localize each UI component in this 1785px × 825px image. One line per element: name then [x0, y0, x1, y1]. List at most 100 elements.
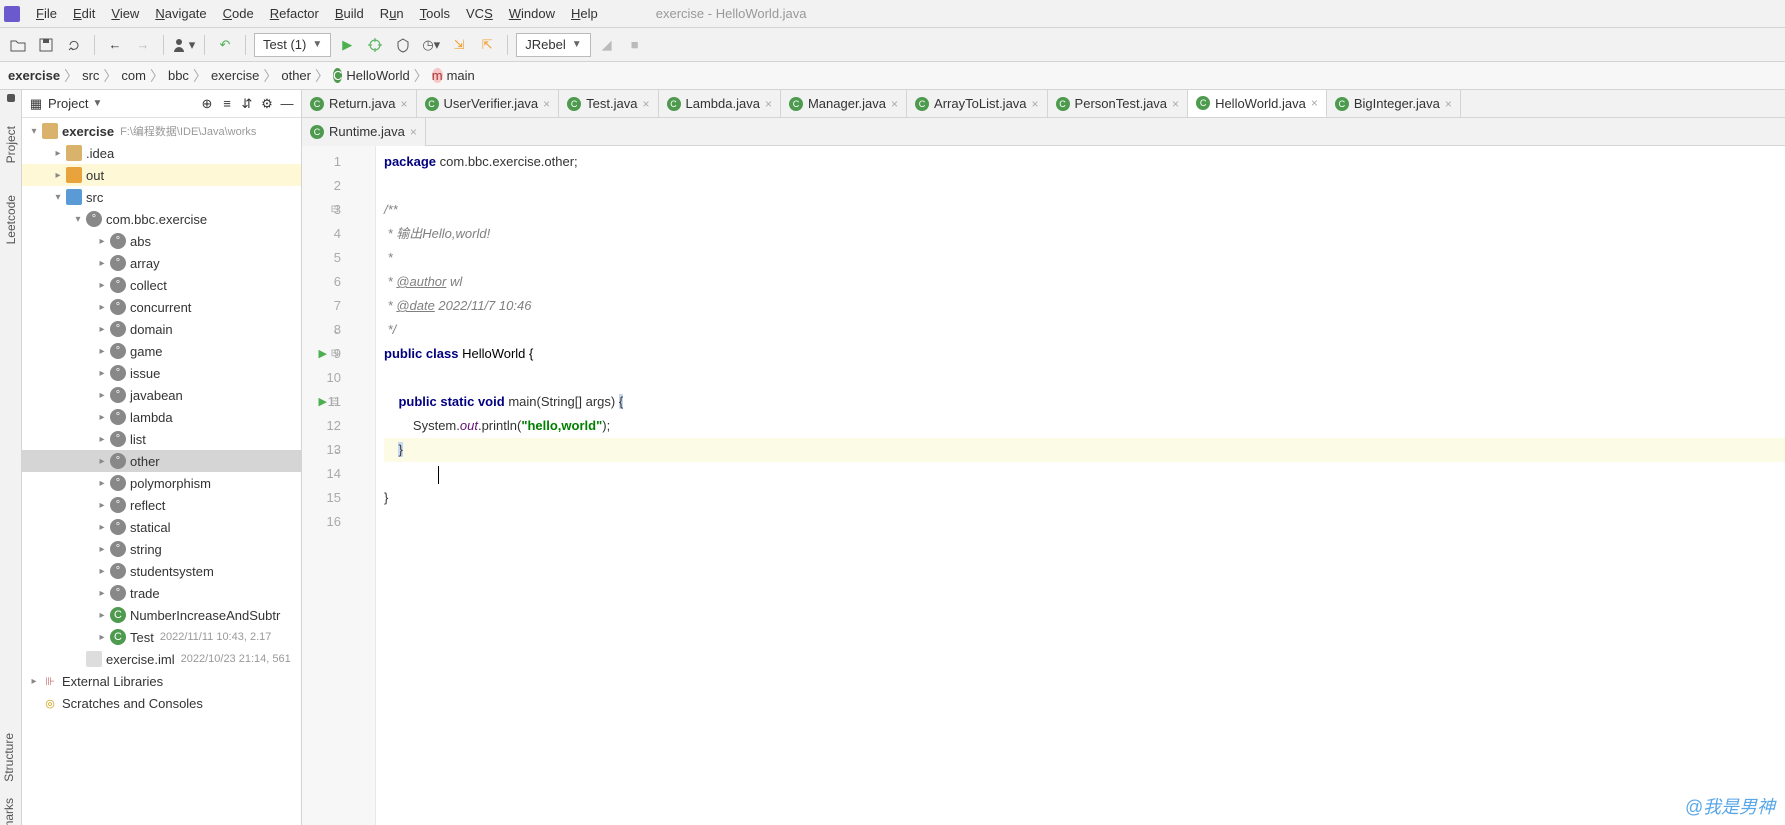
editor-tab[interactable]: CManager.java×: [781, 90, 907, 118]
menu-file[interactable]: File: [28, 6, 65, 21]
code-editor[interactable]: 123⊟45678⌞9▶⊟1011▶⊟1213⌞141516 package c…: [302, 146, 1785, 825]
forward-icon[interactable]: →: [131, 33, 155, 57]
close-icon[interactable]: ×: [410, 125, 417, 139]
tree-folder-src[interactable]: ▾ src: [22, 186, 301, 208]
project-tree[interactable]: ▾ exercise F:\编程数据\IDE\Java\works ▸ .ide…: [22, 118, 301, 825]
tree-folder-array[interactable]: ▸°array: [22, 252, 301, 274]
tree-folder-polymorphism[interactable]: ▸°polymorphism: [22, 472, 301, 494]
debug-icon[interactable]: [363, 33, 387, 57]
attach-icon[interactable]: ⇲: [447, 33, 471, 57]
close-icon[interactable]: ×: [642, 97, 649, 111]
tree-folder-idea[interactable]: ▸ .idea: [22, 142, 301, 164]
run-gutter-icon[interactable]: ▶: [319, 342, 327, 366]
run-config-dropdown[interactable]: Test (1) ▼: [254, 33, 331, 57]
editor-tab[interactable]: CPersonTest.java×: [1048, 90, 1189, 118]
tree-folder-other[interactable]: ▸°other: [22, 450, 301, 472]
code-body[interactable]: package com.bbc.exercise.other; /** * 输出…: [376, 146, 1785, 825]
tree-folder-string[interactable]: ▸°string: [22, 538, 301, 560]
profile-icon[interactable]: ◷▾: [419, 33, 443, 57]
jrebel-dropdown[interactable]: JRebel ▼: [516, 33, 590, 57]
breadcrumb-item[interactable]: HelloWorld: [346, 68, 409, 83]
fold-icon[interactable]: ⊟: [331, 342, 339, 366]
menu-window[interactable]: Window: [501, 6, 563, 21]
tree-package[interactable]: ▾ ° com.bbc.exercise: [22, 208, 301, 230]
tree-class[interactable]: ▸ C NumberIncreaseAndSubtr: [22, 604, 301, 626]
close-icon[interactable]: ×: [1311, 96, 1318, 110]
collapse-icon[interactable]: ⇵: [239, 96, 255, 112]
breadcrumb-item[interactable]: com: [121, 68, 146, 83]
refresh-icon[interactable]: [62, 33, 86, 57]
run-icon[interactable]: ▶: [335, 33, 359, 57]
chevron-down-icon[interactable]: ▼: [92, 98, 102, 109]
tree-folder-list[interactable]: ▸°list: [22, 428, 301, 450]
tree-scratches[interactable]: ◎ Scratches and Consoles: [22, 692, 301, 714]
breadcrumb-item[interactable]: src: [82, 68, 99, 83]
menu-code[interactable]: Code: [215, 6, 262, 21]
tree-folder-lambda[interactable]: ▸°lambda: [22, 406, 301, 428]
tool-tab-project[interactable]: Project: [2, 118, 20, 171]
fold-icon[interactable]: ⊟: [331, 198, 339, 222]
tool-tab-structure[interactable]: Structure: [0, 725, 18, 790]
tree-folder-concurrent[interactable]: ▸°concurrent: [22, 296, 301, 318]
attach2-icon[interactable]: ⇱: [475, 33, 499, 57]
tree-folder-trade[interactable]: ▸°trade: [22, 582, 301, 604]
editor-tab[interactable]: CBigInteger.java×: [1327, 90, 1461, 118]
menu-view[interactable]: View: [103, 6, 147, 21]
breadcrumb-item[interactable]: other: [281, 68, 311, 83]
menu-help[interactable]: Help: [563, 6, 606, 21]
breadcrumb-item[interactable]: main: [447, 68, 475, 83]
menu-tools[interactable]: Tools: [412, 6, 458, 21]
editor-tab[interactable]: CUserVerifier.java×: [417, 90, 560, 118]
editor-tab[interactable]: C Runtime.java ×: [302, 118, 426, 146]
close-icon[interactable]: ×: [543, 97, 550, 111]
close-icon[interactable]: ×: [1172, 97, 1179, 111]
tree-external-libs[interactable]: ▸ ⊪ External Libraries: [22, 670, 301, 692]
open-icon[interactable]: [6, 33, 30, 57]
hide-icon[interactable]: —: [279, 96, 295, 112]
tree-folder-collect[interactable]: ▸°collect: [22, 274, 301, 296]
menu-edit[interactable]: Edit: [65, 6, 103, 21]
tree-folder-reflect[interactable]: ▸°reflect: [22, 494, 301, 516]
close-icon[interactable]: ×: [765, 97, 772, 111]
expand-icon[interactable]: ≡: [219, 96, 235, 112]
jrebel-run-icon[interactable]: ◢: [595, 33, 619, 57]
locate-icon[interactable]: ⊕: [199, 96, 215, 112]
tree-root[interactable]: ▾ exercise F:\编程数据\IDE\Java\works: [22, 120, 301, 142]
tree-folder-domain[interactable]: ▸°domain: [22, 318, 301, 340]
user-icon[interactable]: ▾: [172, 33, 196, 57]
menu-navigate[interactable]: Navigate: [147, 6, 214, 21]
breadcrumb-item[interactable]: exercise: [8, 68, 60, 83]
editor-tab[interactable]: CLambda.java×: [659, 90, 781, 118]
run-gutter-icon[interactable]: ▶: [319, 390, 327, 414]
undo-icon[interactable]: ↶: [213, 33, 237, 57]
breadcrumb-item[interactable]: bbc: [168, 68, 189, 83]
breadcrumb-item[interactable]: exercise: [211, 68, 259, 83]
fold-icon[interactable]: ⊟: [331, 390, 339, 414]
menu-refactor[interactable]: Refactor: [262, 6, 327, 21]
editor-tab[interactable]: CTest.java×: [559, 90, 658, 118]
tree-folder-studentsystem[interactable]: ▸°studentsystem: [22, 560, 301, 582]
save-icon[interactable]: [34, 33, 58, 57]
tree-file-iml[interactable]: exercise.iml 2022/10/23 21:14, 561: [22, 648, 301, 670]
back-icon[interactable]: ←: [103, 33, 127, 57]
close-icon[interactable]: ×: [400, 97, 407, 111]
editor-tab[interactable]: CArrayToList.java×: [907, 90, 1048, 118]
coverage-icon[interactable]: [391, 33, 415, 57]
tree-folder-abs[interactable]: ▸°abs: [22, 230, 301, 252]
tool-tab-bookmarks[interactable]: marks: [0, 790, 18, 825]
editor-tab[interactable]: CReturn.java×: [302, 90, 417, 118]
settings-icon[interactable]: ⚙: [259, 96, 275, 112]
tree-folder-out[interactable]: ▸ out: [22, 164, 301, 186]
tree-folder-statical[interactable]: ▸°statical: [22, 516, 301, 538]
menu-vcs[interactable]: VCS: [458, 6, 501, 21]
close-icon[interactable]: ×: [1032, 97, 1039, 111]
tree-folder-issue[interactable]: ▸°issue: [22, 362, 301, 384]
close-icon[interactable]: ×: [1445, 97, 1452, 111]
menu-build[interactable]: Build: [327, 6, 372, 21]
tree-class[interactable]: ▸ C Test 2022/11/11 10:43, 2.17: [22, 626, 301, 648]
stop-icon[interactable]: ■: [623, 33, 647, 57]
close-icon[interactable]: ×: [891, 97, 898, 111]
editor-tab[interactable]: CHelloWorld.java×: [1188, 90, 1327, 118]
tool-tab-leetcode[interactable]: Leetcode: [2, 187, 20, 252]
tree-folder-game[interactable]: ▸°game: [22, 340, 301, 362]
